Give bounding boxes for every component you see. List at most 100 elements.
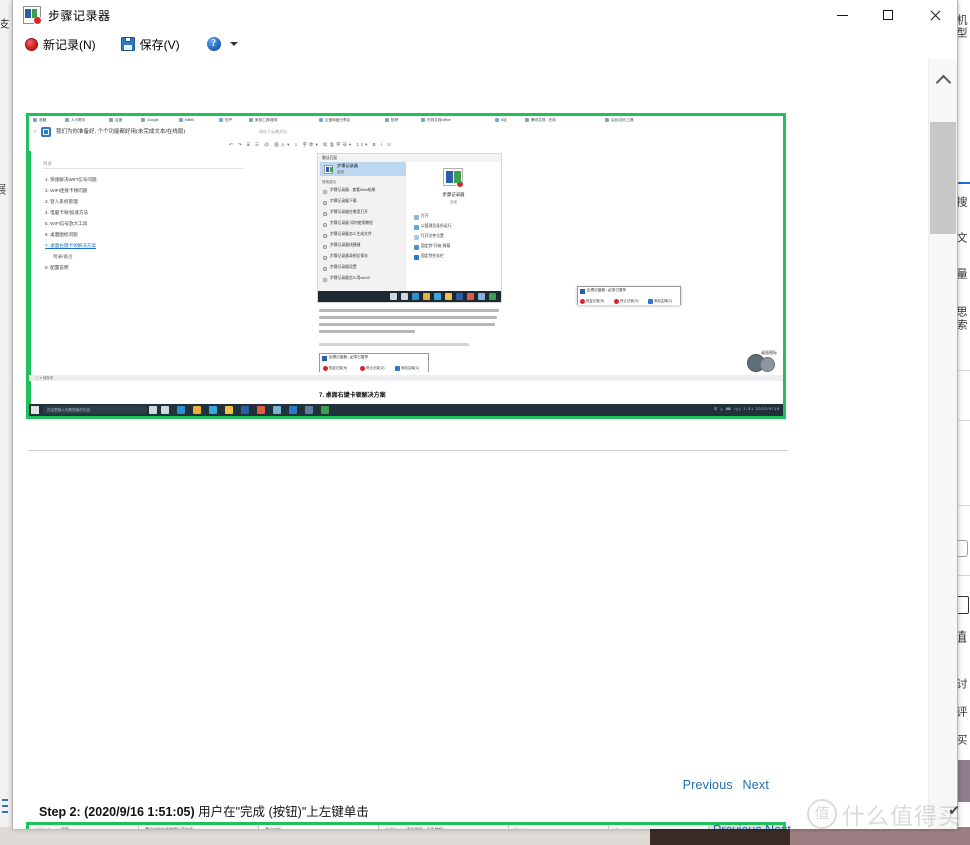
toolbar: 新记录(N) 保存(V) ? bbox=[13, 30, 957, 58]
new-record-label: 新记录(N) bbox=[43, 37, 96, 52]
help-button[interactable]: ? bbox=[203, 32, 247, 56]
start-menu-action[interactable]: 固定到任务栏 bbox=[414, 254, 444, 260]
toc-item[interactable]: 4. 电脑卡顿/加速方法 bbox=[45, 209, 88, 217]
toc-item[interactable]: 2. WIFI连接卡顿问题 bbox=[45, 187, 87, 195]
cortana-icon[interactable] bbox=[390, 293, 397, 300]
close-button[interactable] bbox=[911, 0, 957, 30]
captured-psr-toolbar: 恢复记录(R) 停止记录(O) 添加注释(C) bbox=[578, 296, 680, 305]
toc-item[interactable]: 附录/备注 bbox=[53, 253, 73, 261]
step-2-nav[interactable]: Previous Next bbox=[683, 778, 769, 792]
bookmark-item[interactable]: 收藏 bbox=[33, 117, 65, 124]
chevron-down-icon[interactable] bbox=[229, 42, 238, 46]
doc-header-1: ‹ 我们为你准备好, 个个功能都好用(未完成文本/在线版) 保存于云端文档 bbox=[29, 125, 783, 140]
bookmark-item[interactable]: b站 bbox=[495, 117, 523, 124]
step-2-title: Step 2: (2020/9/16 1:51:05) 用户在"完成 (按钮)"… bbox=[39, 801, 369, 820]
doc-save-status: 保存于云端文档 bbox=[259, 129, 287, 134]
maximize-icon bbox=[883, 10, 893, 20]
bottom-partial-nav[interactable]: Previous Next bbox=[713, 823, 791, 829]
steps-recorder-window: 步骤记录器 新记录(N) 保存(V) ? 收藏 人小帮手 百度 Google b… bbox=[12, 0, 958, 829]
steps-recorder-icon bbox=[322, 356, 327, 361]
step-2-screenshot[interactable]: MIUI - Google 搜索 腾讯文档在线编辑分享工具 腾讯文档 小米/Re… bbox=[26, 822, 786, 829]
new-record-button[interactable]: 新记录(N) bbox=[21, 32, 105, 56]
captured-floating-psr-1[interactable]: 步骤记录器 - 记录已暂停 — □ ✕ 恢复记录(R) 停止记录(O) 添加注释… bbox=[577, 286, 681, 305]
bookmark-item[interactable]: 百度 bbox=[109, 117, 141, 124]
bookmark-item[interactable]: 知乎 bbox=[219, 117, 249, 124]
steps-recorder-icon bbox=[580, 289, 585, 294]
captured-psr-comment-button[interactable]: 添加注释(C) bbox=[648, 298, 672, 304]
record-dot-icon bbox=[33, 16, 42, 25]
bookmark-item[interactable]: 云盘网盘分享站 bbox=[319, 117, 381, 124]
chevron-up-icon bbox=[935, 74, 951, 90]
bookmark-item[interactable]: 贴吧 bbox=[385, 117, 417, 124]
toc-item[interactable]: 6. 桌面图标问题 bbox=[45, 231, 78, 239]
bookmark-item[interactable]: 在线文档/office bbox=[421, 117, 491, 124]
doc-back-button[interactable]: ‹ bbox=[34, 128, 36, 136]
browser-tab[interactable]: Google bbox=[509, 825, 609, 829]
toc-item[interactable]: 8. 配置说明 bbox=[45, 264, 68, 272]
edge-icon[interactable] bbox=[412, 293, 419, 300]
background-left-glyph: 展 bbox=[0, 183, 7, 195]
minimize-icon bbox=[836, 14, 848, 16]
app-icon[interactable] bbox=[478, 293, 485, 300]
toc-item-active[interactable]: 7. 桌面右键卡顿解决方案 bbox=[45, 242, 96, 250]
start-menu-preview-title: 步骤记录器 bbox=[442, 192, 465, 197]
start-menu-action[interactable]: 固定到"开始"屏幕 bbox=[414, 244, 450, 250]
bookmark-item[interactable]: Google bbox=[141, 117, 179, 124]
background-bottom-mauve bbox=[790, 827, 970, 845]
scrollbar-thumb[interactable] bbox=[930, 122, 956, 234]
maximize-button[interactable] bbox=[865, 0, 911, 30]
next-link[interactable]: Next bbox=[742, 778, 769, 792]
toc-item[interactable]: 1. 快速解决WIFI信号问题 bbox=[45, 176, 97, 184]
minimize-button[interactable] bbox=[819, 0, 865, 30]
start-menu-action[interactable]: 打开 bbox=[414, 214, 429, 220]
start-menu-best-match-label: 最佳匹配 bbox=[322, 156, 338, 160]
start-menu-action[interactable]: 以管理员身份运行 bbox=[414, 224, 451, 230]
previous-link[interactable]: Previous bbox=[683, 778, 733, 792]
step-block-2: Previous Next Step 2: (2020/9/16 1:51:05… bbox=[13, 365, 929, 829]
bookmark-item[interactable]: 常用工具/服务 bbox=[249, 117, 311, 124]
word-icon[interactable] bbox=[456, 293, 463, 300]
document-pane: 收藏 人小帮手 百度 Google bilibili 知乎 常用工具/服务 云盘… bbox=[13, 59, 929, 829]
explorer-icon[interactable] bbox=[445, 293, 452, 300]
browser-tab[interactable]: 小米/Redmi 手机刷机、升级教程 bbox=[379, 825, 509, 829]
scroll-up-button[interactable] bbox=[929, 69, 957, 91]
save-button[interactable]: 保存(V) bbox=[117, 32, 189, 56]
captured-desktop-badge-label: 桌面图标 bbox=[761, 350, 777, 355]
toc-item[interactable]: 5. WIFI信号放大工具 bbox=[45, 220, 87, 228]
bookmark-item[interactable]: 人小帮手 bbox=[65, 117, 109, 124]
start-menu-group-label: 搜索建议 bbox=[322, 180, 337, 184]
toc-item[interactable]: 3. 登入系统管理 bbox=[45, 198, 78, 206]
browser-tab-active[interactable]: 腾讯文档 bbox=[259, 825, 379, 829]
close-icon bbox=[929, 10, 940, 21]
chrome-icon[interactable] bbox=[467, 293, 474, 300]
browser-tab[interactable]: 腾讯文档在线编辑分享工具 bbox=[139, 825, 259, 829]
steps-recorder-icon[interactable] bbox=[489, 293, 496, 300]
bookmark-item[interactable]: bilibili bbox=[179, 117, 219, 124]
store-icon[interactable] bbox=[423, 293, 430, 300]
window-title: 步骤记录器 bbox=[48, 8, 111, 23]
bookmark-item[interactable]: 后台/站长工具 bbox=[605, 117, 677, 124]
step-block-1: 收藏 人小帮手 百度 Google bilibili 知乎 常用工具/服务 云盘… bbox=[13, 59, 929, 451]
captured-start-menu-1: 最佳匹配 步骤记录器 应用 搜索建议 步骤记录器 - 查看Web结果 步骤记录器… bbox=[317, 153, 502, 303]
bookmark-item[interactable]: 腾讯文档 - 在线 bbox=[525, 117, 601, 124]
start-menu-action[interactable]: 打开文件位置 bbox=[414, 234, 444, 240]
start-menu-preview-subtitle: 应用 bbox=[450, 200, 457, 204]
browser-tab[interactable]: MIUI - Google 搜索 bbox=[29, 825, 139, 829]
steps-recorder-icon bbox=[23, 6, 42, 25]
captured-psr-window-controls[interactable]: — □ ✕ bbox=[587, 288, 678, 293]
mail-icon[interactable] bbox=[434, 293, 441, 300]
captured-psr-window-controls[interactable]: — □ ✕ bbox=[329, 355, 426, 360]
browser-tab[interactable]: Google bbox=[609, 825, 709, 829]
title-bar: 步骤记录器 bbox=[13, 0, 957, 30]
watermark-check-icon: ✔ bbox=[948, 802, 960, 818]
doc-format-controls[interactable]: ↶ ↷ ⌸ ☰ @ 插入▾ ≡ 字体▾ 标准字号▾ 11▾ B I U bbox=[229, 141, 393, 149]
vertical-scrollbar[interactable] bbox=[928, 59, 957, 829]
start-menu-preview-pane: 步骤记录器 应用 打开 以管理员身份运行 打开文件位置 固定到"开始"屏幕 固定… bbox=[406, 162, 501, 291]
browser-tab-strip-2[interactable]: MIUI - Google 搜索 腾讯文档在线编辑分享工具 腾讯文档 小米/Re… bbox=[29, 825, 783, 829]
captured-psr-resume-button[interactable]: 恢复记录(R) bbox=[580, 298, 604, 304]
doc-title: 我们为你准备好, 个个功能都好用(未完成文本/在线版) bbox=[56, 129, 186, 135]
task-view-icon[interactable] bbox=[401, 293, 408, 300]
captured-taskbar-strip bbox=[318, 291, 501, 302]
toc-search-input[interactable]: 目录 bbox=[43, 159, 243, 169]
captured-psr-stop-button[interactable]: 停止记录(O) bbox=[614, 298, 638, 304]
